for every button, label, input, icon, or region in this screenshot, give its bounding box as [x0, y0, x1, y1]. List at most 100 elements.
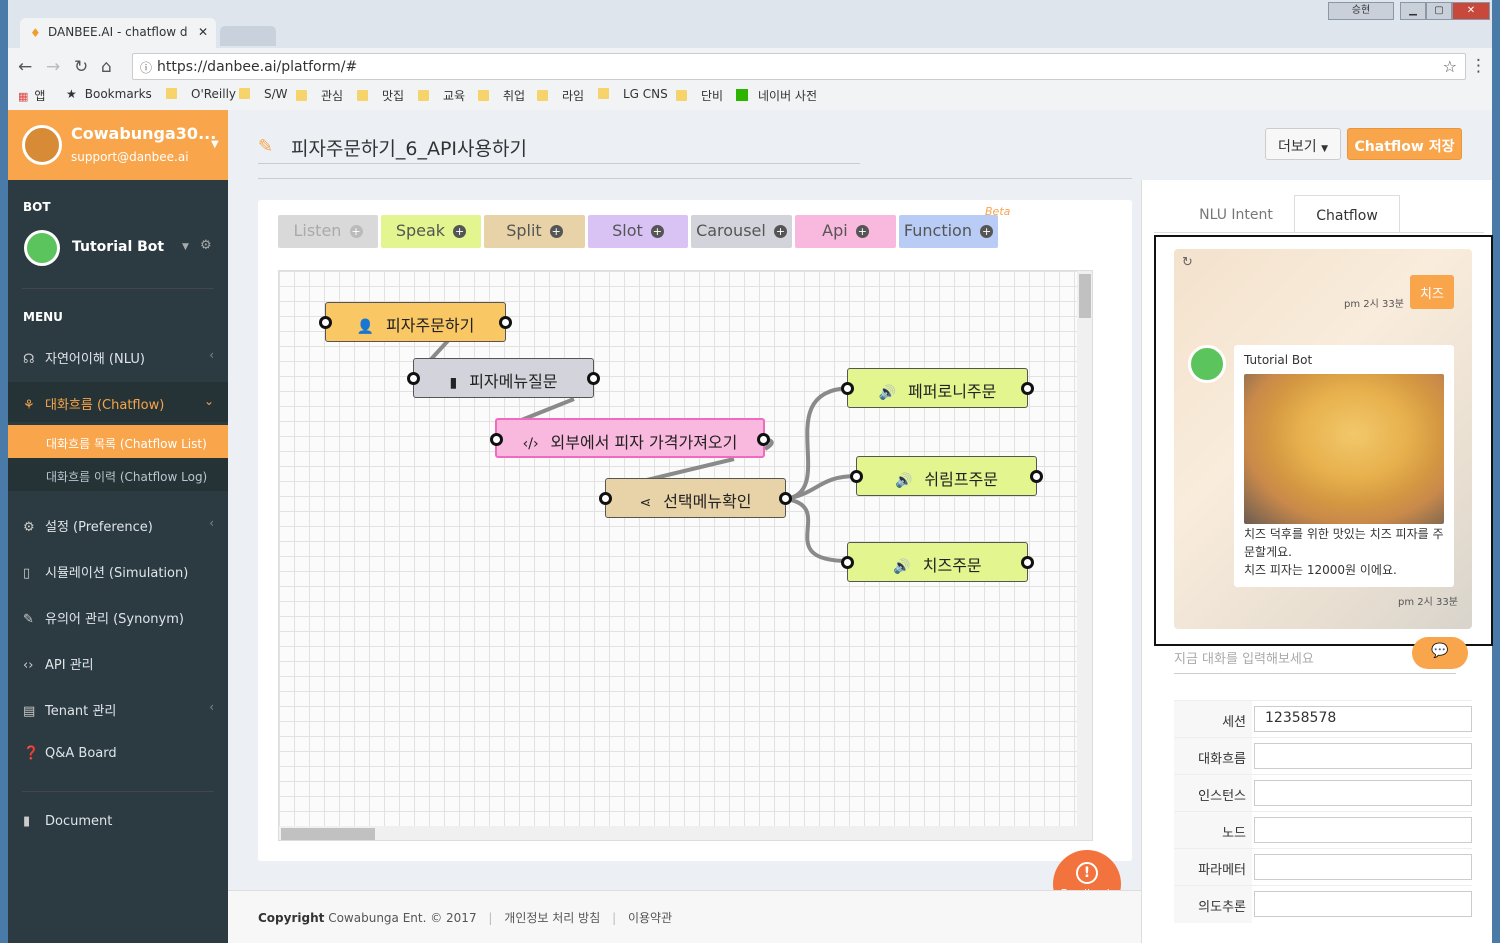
tab-title: DANBEE.AI - chatflow d — [48, 25, 188, 39]
reload-icon[interactable]: ↻ — [74, 57, 88, 77]
menu-item-qna[interactable]: ❓ Q&A Board — [8, 734, 228, 774]
submenu-chatflow-list[interactable]: 대화흐름 목록 (Chatflow List) — [8, 425, 228, 458]
flow-node-carousel[interactable]: ▮ 피자메뉴질문 — [407, 358, 600, 398]
bookmark-lgcns[interactable]: LG CNS — [598, 87, 668, 101]
url-input[interactable]: ⓘ https://danbee.ai/platform/# ☆ — [132, 53, 1466, 80]
bookmark-star-icon[interactable]: ☆ — [1443, 57, 1457, 76]
output-port[interactable] — [499, 316, 512, 329]
input-port[interactable] — [599, 492, 612, 505]
input-port[interactable] — [841, 382, 854, 395]
chat-area[interactable]: ↻ 치즈 pm 2시 33분 Tutorial Bot 치즈 덕후를 위한 맛있… — [1174, 249, 1472, 629]
user-profile-button[interactable]: 승현 — [1328, 2, 1394, 20]
refresh-icon[interactable]: ↻ — [1182, 255, 1193, 270]
folder-icon — [166, 88, 177, 99]
plus-circle-icon: + — [549, 225, 563, 238]
palette-speak-button[interactable]: Speak + — [381, 215, 481, 248]
chat-bubble-icon: 💬 — [1431, 643, 1449, 659]
menu-item-preference[interactable]: ⚙ 설정 (Preference) ‹ — [8, 504, 228, 544]
horizontal-scrollbar[interactable] — [279, 826, 1077, 840]
menu-item-document[interactable]: ▮ Document — [8, 802, 228, 842]
menu-item-chatflow[interactable]: ⚘ 대화흐름 (Chatflow) ⌄ — [8, 382, 228, 422]
chatflow-field[interactable] — [1254, 743, 1472, 769]
input-port[interactable] — [841, 556, 854, 569]
bookmark-sw[interactable]: S/W — [239, 87, 288, 101]
tab-chatflow[interactable]: Chatflow — [1294, 195, 1400, 233]
input-port[interactable] — [850, 470, 863, 483]
parameter-field[interactable] — [1254, 854, 1472, 880]
chevron-down-icon[interactable]: ▼ — [211, 139, 219, 150]
bookmark-job[interactable]: 취업 — [478, 87, 525, 104]
tab-nlu-intent[interactable]: NLU Intent — [1186, 195, 1286, 233]
submenu-chatflow-log[interactable]: 대화흐름 이력 (Chatflow Log) — [8, 458, 228, 491]
palette-api-button[interactable]: Api + — [795, 215, 896, 248]
menu-item-synonym[interactable]: ✎ 유의어 관리 (Synonym) — [8, 596, 228, 636]
output-port[interactable] — [1021, 556, 1034, 569]
input-port[interactable] — [490, 433, 503, 446]
bookmark-interest[interactable]: 관심 — [296, 87, 343, 104]
maximize-button[interactable]: ▢ — [1426, 2, 1452, 20]
bookmark-bookmarks[interactable]: ★ Bookmarks — [66, 87, 152, 101]
flow-node-speak-cheese[interactable]: 🔊 치즈주문 — [841, 542, 1034, 582]
terms-link[interactable]: 이용약관 — [628, 911, 672, 925]
menu-label: 시뮬레이션 (Simulation) — [45, 566, 189, 581]
user-timestamp: pm 2시 33분 — [1344, 299, 1404, 310]
output-port[interactable] — [779, 492, 792, 505]
bookmark-danbi[interactable]: 단비 — [676, 87, 723, 104]
menu-item-api[interactable]: ‹› API 관리 — [8, 642, 228, 682]
palette-slot-button[interactable]: Slot + — [588, 215, 688, 248]
profile-panel[interactable]: Cowabunga30... support@danbee.ai ▼ — [8, 110, 228, 180]
palette-function-button[interactable]: Function + — [899, 215, 998, 248]
tab-close-icon[interactable]: ✕ — [198, 25, 208, 39]
send-button[interactable]: 💬 — [1412, 637, 1468, 669]
flow-node-listen[interactable]: 👤 피자주문하기 — [319, 302, 512, 342]
bookmark-lime[interactable]: 라임 — [537, 87, 584, 104]
vertical-scrollbar[interactable] — [1077, 271, 1092, 840]
bookmark-oreilly[interactable]: O'Reilly — [166, 87, 236, 101]
minimize-button[interactable]: ▁ — [1400, 2, 1426, 20]
folder-icon — [598, 88, 609, 99]
flow-node-speak-shrimp[interactable]: 🔊 쉬림프주문 — [850, 456, 1043, 496]
output-port[interactable] — [1021, 382, 1034, 395]
menu-item-simulation[interactable]: ▯ 시뮬레이션 (Simulation) — [8, 550, 228, 590]
pizza-image — [1244, 374, 1444, 524]
gear-icon[interactable]: ⚙ — [200, 238, 212, 253]
bookmark-naver-dict[interactable]: 네이버 사전 — [736, 87, 817, 104]
chatflow-title-field[interactable]: ✎ 피자주문하기_6_API사용하기 — [258, 130, 860, 164]
flow-node-split[interactable]: ⋖ 선택메뉴확인 — [599, 478, 792, 518]
browser-menu-icon[interactable]: ⋮ — [1470, 56, 1487, 76]
browser-tab[interactable]: ♦ DANBEE.AI - chatflow d ✕ — [20, 18, 216, 48]
back-icon[interactable]: ← — [18, 57, 32, 77]
bookmark-apps[interactable]: ▦ 앱 — [18, 87, 45, 104]
close-window-button[interactable]: ✕ — [1452, 2, 1490, 20]
menu-item-tenant[interactable]: ▤ Tenant 관리 ‹ — [8, 688, 228, 728]
palette-listen-button[interactable]: Listen + — [278, 215, 378, 248]
intent-field[interactable] — [1254, 891, 1472, 917]
palette-carousel-button[interactable]: Carousel + — [691, 215, 792, 248]
flow-node-speak-pepperoni[interactable]: 🔊 페퍼로니주문 — [841, 368, 1034, 408]
instance-field[interactable] — [1254, 780, 1472, 806]
privacy-link[interactable]: 개인정보 처리 방침 — [504, 911, 600, 925]
output-port[interactable] — [587, 372, 600, 385]
bot-selector[interactable]: Tutorial Bot ▼ ⚙ — [22, 230, 222, 266]
menu-item-nlu[interactable]: ☊ 자연어이해 (NLU) ‹ — [8, 336, 228, 376]
node-field[interactable] — [1254, 817, 1472, 843]
output-port[interactable] — [757, 433, 770, 446]
new-tab-button[interactable] — [220, 26, 276, 46]
input-port[interactable] — [407, 372, 420, 385]
bookmark-food[interactable]: 맛집 — [357, 87, 404, 104]
node-label: 쉬림프주문 — [924, 470, 999, 489]
flow-node-api[interactable]: ‹/› 외부에서 피자 가격가져오기 — [490, 418, 770, 458]
scrollbar-thumb[interactable] — [281, 828, 375, 840]
flow-canvas[interactable]: 👤 피자주문하기 ▮ 피자메뉴질문 ‹/› 외부에서 피자 가격가져오기 ⋖ 선… — [278, 270, 1093, 841]
palette-split-button[interactable]: Split + — [484, 215, 585, 248]
bookmark-edu[interactable]: 교육 — [418, 87, 465, 104]
input-port[interactable] — [319, 316, 332, 329]
scrollbar-thumb[interactable] — [1079, 274, 1091, 318]
more-dropdown-button[interactable]: 더보기 ▼ — [1265, 128, 1341, 160]
forward-icon[interactable]: → — [46, 57, 60, 77]
save-chatflow-button[interactable]: Chatflow 저장 — [1347, 128, 1462, 160]
chevron-down-icon[interactable]: ▼ — [182, 242, 189, 252]
home-icon[interactable]: ⌂ — [101, 57, 112, 77]
session-field[interactable]: 12358578 — [1254, 706, 1472, 732]
output-port[interactable] — [1030, 470, 1043, 483]
